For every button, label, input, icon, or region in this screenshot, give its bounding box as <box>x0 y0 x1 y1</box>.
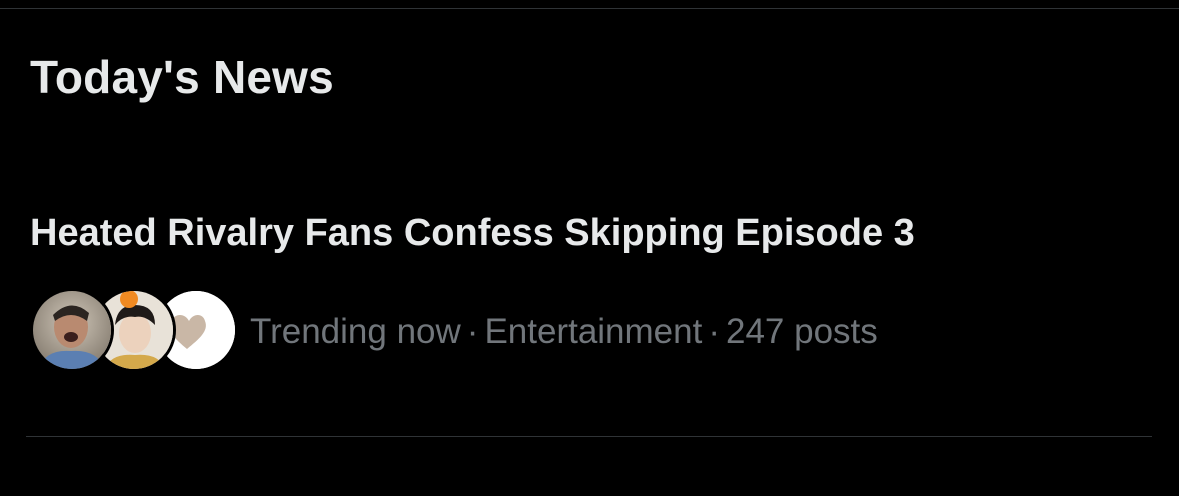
meta-separator: · <box>466 312 479 351</box>
avatar <box>30 288 114 372</box>
meta-separator: · <box>708 312 720 351</box>
news-meta: Trending now · Entertainment · 247 posts <box>250 312 878 352</box>
news-category: Entertainment <box>484 312 703 351</box>
section-title: Today's News <box>30 51 334 103</box>
bottom-divider <box>26 436 1152 437</box>
news-headline[interactable]: Heated Rivalry Fans Confess Skipping Epi… <box>30 212 915 255</box>
post-count: 247 posts <box>726 312 878 351</box>
trending-status: Trending now <box>250 312 461 351</box>
top-divider <box>0 8 1179 9</box>
news-item[interactable]: Heated Rivalry Fans Confess Skipping Epi… <box>0 200 1179 400</box>
avatar-stack <box>30 288 238 374</box>
person-photo-icon <box>33 291 111 369</box>
